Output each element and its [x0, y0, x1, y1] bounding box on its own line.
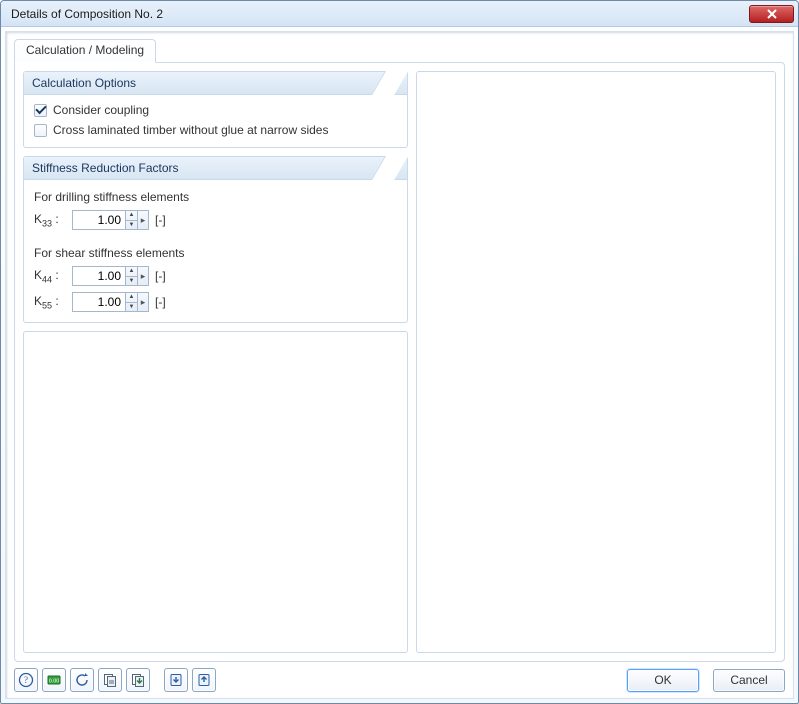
- close-button[interactable]: [749, 5, 794, 23]
- dialog-window: Details of Composition No. 2 Calculation…: [0, 0, 799, 704]
- titlebar: Details of Composition No. 2: [1, 1, 798, 27]
- button-label: Cancel: [730, 673, 767, 687]
- k33-input[interactable]: [73, 211, 125, 229]
- arrow-down-icon: ▼: [126, 276, 137, 286]
- group-header: Calculation Options: [24, 72, 407, 95]
- copy-props-icon: [102, 672, 118, 688]
- export-icon: [196, 672, 212, 688]
- k44-input[interactable]: [73, 267, 125, 285]
- right-column: [416, 71, 776, 653]
- arrow-up-icon: ▲: [126, 293, 137, 302]
- reset-icon: [74, 672, 90, 688]
- arrow-down-icon: ▼: [126, 220, 137, 230]
- window-title: Details of Composition No. 2: [11, 7, 749, 21]
- load-defaults-button[interactable]: [126, 668, 150, 692]
- k55-input[interactable]: [73, 293, 125, 311]
- cancel-button[interactable]: Cancel: [713, 669, 785, 692]
- spinner-slider[interactable]: ▸: [137, 211, 148, 229]
- copy-props-button[interactable]: [98, 668, 122, 692]
- import-icon: [168, 672, 184, 688]
- export-button[interactable]: [192, 668, 216, 692]
- arrow-up-icon: ▲: [126, 267, 137, 276]
- dialog-body: Calculation / Modeling Calculation Optio…: [5, 31, 794, 699]
- arrow-down-icon: ▼: [126, 302, 137, 312]
- help-icon: ?: [18, 672, 34, 688]
- spinner-arrows[interactable]: ▲▼: [125, 293, 137, 311]
- spinner-slider[interactable]: ▸: [137, 267, 148, 285]
- spinner-slider[interactable]: ▸: [137, 293, 148, 311]
- group-calculation-options: Calculation Options Consider coupling Cr…: [23, 71, 408, 148]
- checkbox-label: Cross laminated timber without glue at n…: [53, 123, 328, 137]
- k44-label: K44 :: [34, 268, 66, 284]
- svg-text:0.00: 0.00: [49, 679, 60, 685]
- checkbox-icon: [34, 104, 47, 117]
- checkbox-consider-coupling[interactable]: Consider coupling: [34, 103, 397, 117]
- section-label-shear: For shear stiffness elements: [34, 246, 397, 260]
- row-k55: K55 : ▲▼ ▸ [-]: [34, 292, 397, 312]
- tab-calculation-modeling[interactable]: Calculation / Modeling: [14, 39, 156, 63]
- group-title: Stiffness Reduction Factors: [32, 161, 179, 175]
- units-button[interactable]: 0.00: [42, 668, 66, 692]
- group-stiffness-reduction: Stiffness Reduction Factors For drilling…: [23, 156, 408, 323]
- right-blank-panel: [416, 71, 776, 653]
- button-label: OK: [654, 673, 671, 687]
- spinner-arrows[interactable]: ▲▼: [125, 211, 137, 229]
- k33-unit: [-]: [155, 213, 173, 227]
- reset-button[interactable]: [70, 668, 94, 692]
- client-area: Calculation / Modeling Calculation Optio…: [1, 27, 798, 703]
- checkbox-icon: [34, 124, 47, 137]
- row-k33: K33 : ▲▼ ▸ [-]: [34, 210, 397, 230]
- checkbox-label: Consider coupling: [53, 103, 149, 117]
- arrow-up-icon: ▲: [126, 211, 137, 220]
- tab-page: Calculation Options Consider coupling Cr…: [14, 62, 785, 662]
- k33-label: K33 :: [34, 212, 66, 228]
- checkbox-clt-no-glue[interactable]: Cross laminated timber without glue at n…: [34, 123, 397, 137]
- bottom-bar: ? 0.00: [14, 662, 785, 692]
- k55-unit: [-]: [155, 295, 173, 309]
- row-k44: K44 : ▲▼ ▸ [-]: [34, 266, 397, 286]
- k55-spinner[interactable]: ▲▼ ▸: [72, 292, 149, 312]
- section-label-drilling: For drilling stiffness elements: [34, 190, 397, 204]
- k55-label: K55 :: [34, 294, 66, 310]
- close-icon: [767, 9, 777, 19]
- group-body: For drilling stiffness elements K33 : ▲▼…: [24, 180, 407, 322]
- spinner-arrows[interactable]: ▲▼: [125, 267, 137, 285]
- tab-label: Calculation / Modeling: [26, 43, 144, 57]
- left-column: Calculation Options Consider coupling Cr…: [23, 71, 408, 653]
- svg-text:?: ?: [24, 675, 28, 685]
- group-header: Stiffness Reduction Factors: [24, 157, 407, 180]
- import-button[interactable]: [164, 668, 188, 692]
- group-title: Calculation Options: [32, 76, 136, 90]
- k44-unit: [-]: [155, 269, 173, 283]
- load-defaults-icon: [130, 672, 146, 688]
- tab-strip: Calculation / Modeling: [14, 40, 785, 63]
- k44-spinner[interactable]: ▲▼ ▸: [72, 266, 149, 286]
- group-body: Consider coupling Cross laminated timber…: [24, 95, 407, 147]
- k33-spinner[interactable]: ▲▼ ▸: [72, 210, 149, 230]
- help-button[interactable]: ?: [14, 668, 38, 692]
- ok-button[interactable]: OK: [627, 669, 699, 692]
- units-icon: 0.00: [46, 672, 62, 688]
- left-blank-panel: [23, 331, 408, 653]
